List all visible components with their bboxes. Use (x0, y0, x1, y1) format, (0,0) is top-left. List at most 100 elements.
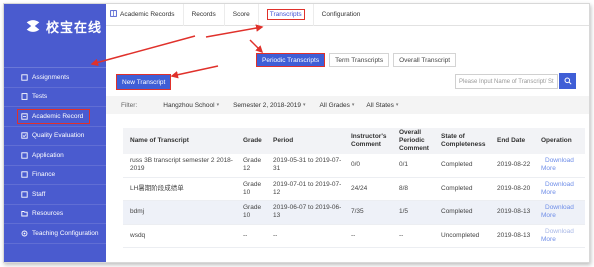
header-overall-comment: Overall Periodic Comment (392, 129, 434, 153)
cell-instructor: 24/24 (351, 184, 368, 192)
semester-select-value: Semester 2, 2018-2019 (233, 101, 302, 109)
sidebar-item-partial[interactable] (4, 48, 106, 68)
cell-period: 2019-05-31 to 2019-07-31 (273, 157, 342, 173)
grade-select-value: All Grades (319, 101, 350, 109)
table-row: bdmj Grade 10 2019-06-07 to 2019-06-13 7/… (123, 201, 585, 225)
cell-grade: Grade 12 (237, 157, 266, 173)
cell-overall: 1/5 (399, 208, 409, 216)
school-select[interactable]: Hangzhou School ▾ (163, 102, 219, 109)
sidebar-item-label: Finance (32, 171, 56, 179)
cell-instructor: -- (351, 231, 356, 239)
tab-records[interactable]: Records (184, 4, 225, 26)
cell-overall: -- (399, 231, 404, 239)
cell-state: Completed (441, 208, 473, 216)
download-link[interactable]: Download (541, 228, 585, 236)
header-text: State of (441, 132, 465, 140)
more-link[interactable]: More (541, 212, 585, 220)
chevron-down-icon: ▾ (303, 102, 306, 108)
more-link[interactable]: More (541, 189, 585, 197)
cell-overall: 0/1 (399, 161, 409, 169)
download-link[interactable]: Download (541, 181, 585, 189)
search-input[interactable]: Please Input Name of Transcript/ St (455, 74, 558, 89)
sidebar-item-label: Teaching Configuration (32, 229, 99, 237)
clipboard-icon (21, 74, 28, 81)
people-icon (21, 191, 28, 198)
sidebar-item-quality-evaluation[interactable]: Quality Evaluation (4, 127, 106, 146)
cell-period: 2019-06-07 to 2019-06-13 (273, 204, 342, 220)
sidebar-item-academic-record[interactable]: Academic Record (4, 107, 106, 127)
cell-name: LH暑期阶段成绩单 (130, 184, 184, 192)
cell-instructor: 0/0 (351, 161, 361, 169)
download-link[interactable]: Download (541, 157, 585, 165)
more-link[interactable]: More (541, 165, 585, 173)
grade-text: 10 (243, 212, 251, 220)
folder-icon (21, 210, 28, 217)
gear-icon (21, 230, 28, 237)
sidebar-item-label: Tests (32, 93, 48, 101)
school-select-value: Hangzhou School (163, 101, 215, 109)
sidebar-item-tests[interactable]: Tests (4, 88, 106, 107)
tab-academic-records[interactable]: Academic Records (106, 4, 184, 26)
table-row: wsdq -- -- -- -- Uncompleted 2019-08-13 … (123, 225, 585, 248)
tab-label: Records (191, 11, 216, 18)
cell-operation: Download More (534, 181, 585, 197)
search-icon (564, 77, 572, 85)
cell-name: wsdq (130, 231, 146, 239)
more-link[interactable]: More (541, 236, 585, 244)
sidebar-item-label: Application (32, 151, 64, 159)
tab-transcripts[interactable]: Transcripts (259, 4, 314, 26)
chevron-down-icon: ▾ (395, 102, 399, 108)
top-nav: Academic Records Records Score Transcrip… (106, 4, 589, 26)
cell-period: -- (273, 231, 278, 239)
form-icon (21, 152, 28, 159)
tab-score[interactable]: Score (225, 4, 259, 26)
subtab-periodic-transcripts[interactable]: Periodic Transcripts (256, 53, 326, 67)
subtab-overall-transcript[interactable]: Overall Transcript (393, 53, 457, 67)
filter-bar: Filter: Hangzhou School ▾ Semester 2, 201… (106, 96, 589, 114)
semester-select[interactable]: Semester 2, 2018-2019 ▾ (233, 102, 305, 109)
sidebar-item-label: Quality Evaluation (32, 132, 85, 140)
header-state: State of Completeness (434, 133, 490, 149)
table-row: LH暑期阶段成绩单 Grade 10 2019-07-01 to 2019-07-… (123, 178, 585, 201)
header-text: Periodic (399, 136, 425, 144)
download-link[interactable]: Download (541, 204, 585, 212)
sidebar-item-teaching-configuration[interactable]: Teaching Configuration (4, 224, 106, 244)
sidebar-item-application[interactable]: Application (4, 146, 106, 166)
sidebar-item-resources[interactable]: Resources (4, 205, 106, 224)
grade-text: Grade (243, 180, 262, 188)
subtab-term-transcripts[interactable]: Term Transcripts (329, 53, 390, 67)
cell-operation: Download More (534, 228, 585, 244)
grid-icon (110, 10, 117, 19)
cell-state: Completed (441, 184, 473, 192)
logo-text: 校宝在线 (46, 20, 103, 36)
grade-text: Grade (243, 204, 262, 212)
document-icon (21, 93, 28, 101)
cell-operation: Download More (534, 157, 585, 173)
tab-label: Transcripts (266, 9, 305, 20)
header-text: Instructor's (351, 132, 387, 140)
grade-select[interactable]: All Grades ▾ (320, 102, 355, 109)
filter-label: Filter: (121, 101, 138, 109)
cell-operation: Download More (534, 204, 585, 220)
finance-icon (21, 171, 28, 178)
sidebar-item-label: Resources (32, 210, 64, 218)
cell-end-date: 2019-08-20 (497, 184, 531, 192)
logo-icon (26, 20, 40, 32)
search-button[interactable] (559, 73, 576, 89)
state-select[interactable]: All States ▾ (366, 102, 398, 109)
grade-text: Grade (243, 157, 262, 165)
tab-configuration[interactable]: Configuration (314, 4, 369, 26)
sidebar-item-staff[interactable]: Staff (4, 185, 106, 205)
new-transcript-button[interactable]: New Transcript (116, 74, 172, 90)
cell-grade: Grade 10 (237, 181, 266, 197)
cell-name: bdmj (130, 208, 145, 216)
sidebar-item-finance[interactable]: Finance (4, 166, 106, 185)
sidebar-item-assignments[interactable]: Assignments (4, 68, 106, 88)
chevron-down-icon: ▾ (216, 102, 220, 108)
annotation-highlight (17, 109, 90, 124)
table-row: russ 3B transcript semester 2 2018-2019 … (123, 154, 585, 178)
header-text: Comment (399, 145, 429, 153)
logo: 校宝在线 (4, 4, 106, 48)
sidebar-item-label: Staff (32, 190, 46, 198)
header-text: Comment (351, 141, 381, 148)
